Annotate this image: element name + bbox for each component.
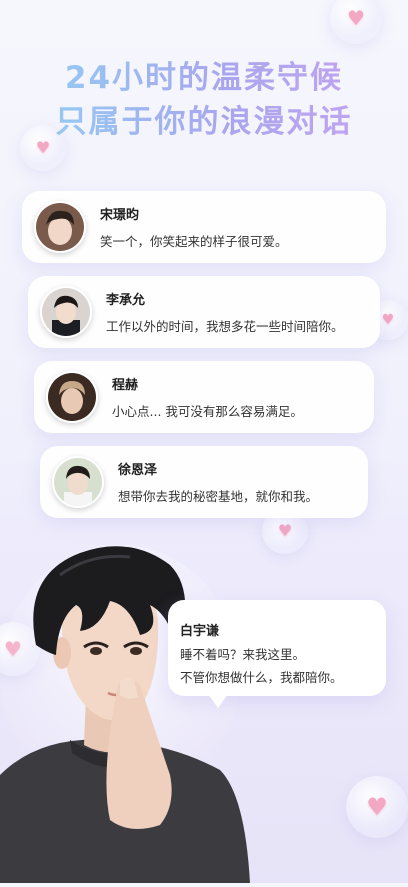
- chat-name: 徐恩泽: [118, 463, 158, 478]
- headline-2: 只属于你的浪漫对话: [0, 96, 408, 141]
- avatar: [52, 456, 104, 508]
- avatar: [40, 286, 92, 338]
- heart-icon: ♥: [347, 6, 365, 30]
- featured-name: 白宇谦: [180, 624, 220, 639]
- heart-icon: ♥: [35, 138, 51, 157]
- chat-card[interactable]: 李承允 工作以外的时间，我想多花一些时间陪你。: [28, 276, 380, 348]
- avatar: [34, 201, 86, 253]
- featured-message-line-2: 不管你想做什么，我都陪你。: [180, 670, 343, 685]
- headline-line-2: 只属于你的浪漫对话: [0, 96, 408, 141]
- chat-message: 想带你去我的秘密基地，就你和我。: [118, 489, 319, 504]
- character-illustration: [0, 535, 260, 887]
- heart-bubble-bottom-right: ♥: [346, 776, 408, 838]
- chat-card[interactable]: 宋璟昀 笑一个，你笑起来的样子很可爱。: [22, 191, 386, 263]
- chat-message: 工作以外的时间，我想多花一些时间陪你。: [106, 319, 344, 334]
- chat-name: 宋璟昀: [100, 208, 140, 223]
- chat-message: 小心点... 我可没有那么容易满足。: [112, 404, 303, 419]
- headline-line-1: 24小时的温柔守候: [0, 52, 408, 97]
- featured-speech-bubble[interactable]: 白宇谦 睡不着吗？来我这里。 不管你想做什么，我都陪你。: [168, 600, 386, 708]
- featured-message-line-1: 睡不着吗？来我这里。: [180, 647, 306, 662]
- headline: 24小时的温柔守候: [0, 52, 408, 97]
- chat-card[interactable]: 程赫 小心点... 我可没有那么容易满足。: [34, 361, 374, 433]
- heart-bubble-top-right: ♥: [330, 0, 382, 44]
- chat-card[interactable]: 徐恩泽 想带你去我的秘密基地，就你和我。: [40, 446, 368, 518]
- chat-name: 程赫: [112, 378, 139, 393]
- heart-icon: ♥: [277, 521, 293, 540]
- speech-tail: [208, 694, 228, 708]
- avatar: [46, 371, 98, 423]
- heart-icon: ♥: [381, 312, 395, 328]
- chat-message: 笑一个，你笑起来的样子很可爱。: [100, 234, 288, 249]
- heart-icon: ♥: [366, 793, 388, 821]
- chat-name: 李承允: [106, 293, 146, 308]
